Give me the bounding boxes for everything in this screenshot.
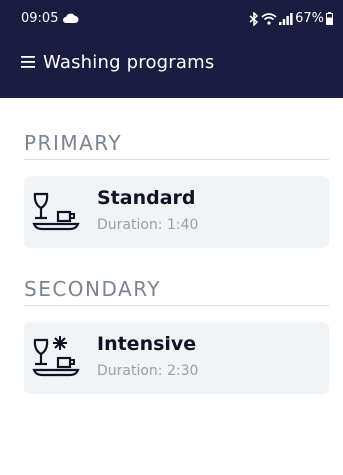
program-duration: Duration: 2:30 xyxy=(97,363,199,379)
program-duration: Duration: 1:40 xyxy=(97,217,199,233)
section-title-primary: PRIMARY xyxy=(24,131,123,155)
program-name: Intensive xyxy=(97,333,197,355)
page-title: Washing programs xyxy=(43,52,215,73)
status-bar: 09:05 67% xyxy=(0,0,343,42)
battery-percent: 67% xyxy=(295,11,324,26)
wifi-icon xyxy=(261,13,277,25)
section-title-secondary: SECONDARY xyxy=(24,277,162,301)
dishes-intensive-icon xyxy=(32,336,80,377)
dishes-icon xyxy=(32,192,80,231)
status-icons: 67% xyxy=(249,11,333,26)
app-bar: Washing programs xyxy=(0,42,343,98)
bluetooth-icon xyxy=(249,11,259,26)
menu-icon[interactable] xyxy=(21,56,35,68)
status-time: 09:05 xyxy=(21,11,59,26)
section-divider xyxy=(24,159,329,160)
signal-icon xyxy=(279,12,293,25)
program-card-standard[interactable]: Standard Duration: 1:40 xyxy=(24,176,329,248)
program-name: Standard xyxy=(97,187,196,209)
cloud-icon xyxy=(63,13,79,23)
section-divider xyxy=(24,305,329,306)
battery-icon xyxy=(326,12,333,25)
program-card-intensive[interactable]: Intensive Duration: 2:30 xyxy=(24,322,329,394)
